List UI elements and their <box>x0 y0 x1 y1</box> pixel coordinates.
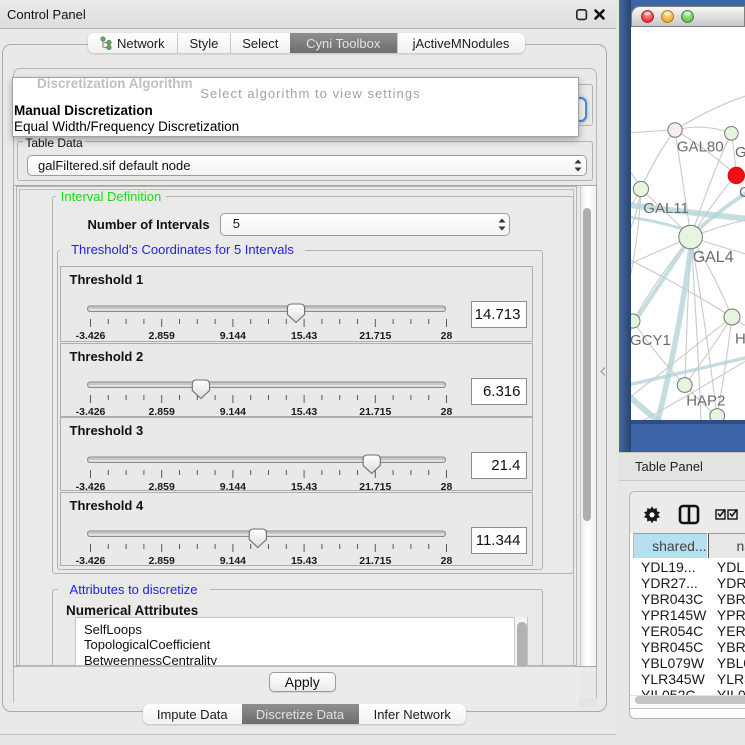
svg-text:GAL80: GAL80 <box>677 139 724 156</box>
svg-text:21.715: 21.715 <box>359 330 391 342</box>
svg-text:-3.426: -3.426 <box>76 555 106 567</box>
svg-text:9.144: 9.144 <box>220 555 246 567</box>
svg-text:28: 28 <box>441 555 453 567</box>
svg-text:21.715: 21.715 <box>359 555 391 567</box>
svg-text:15.43: 15.43 <box>291 330 317 342</box>
svg-text:2.859: 2.859 <box>149 330 175 342</box>
svg-text:GAL11: GAL11 <box>643 200 689 217</box>
svg-text:GCY1: GCY1 <box>631 332 671 349</box>
svg-text:2.859: 2.859 <box>149 555 175 567</box>
svg-text:H: H <box>735 331 745 348</box>
svg-text:28: 28 <box>441 330 453 342</box>
svg-text:GAL4: GAL4 <box>693 249 734 266</box>
svg-text:HAP2: HAP2 <box>686 393 725 410</box>
svg-text:-3.426: -3.426 <box>76 330 106 342</box>
svg-text:9.144: 9.144 <box>220 330 246 342</box>
svg-text:GA: GA <box>735 144 745 161</box>
svg-text:C: C <box>739 184 745 201</box>
svg-text:15.43: 15.43 <box>291 555 317 567</box>
